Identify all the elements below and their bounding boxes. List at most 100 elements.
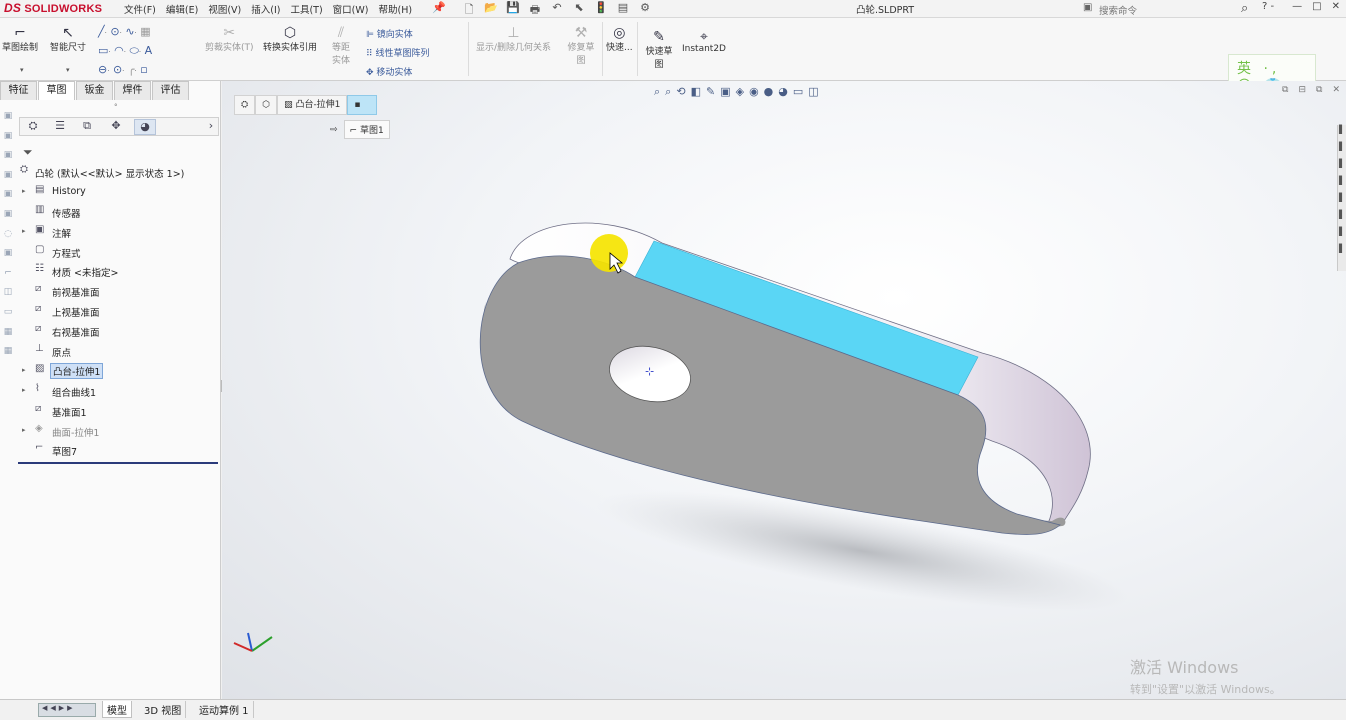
sketch-button[interactable]: ⌐ 草图绘制 (2, 26, 38, 53)
tab-model[interactable]: 模型 (102, 701, 132, 718)
graphics-area[interactable]: ⛭ ⬡ ▨ 凸台-拉伸1 ▪ ⇨ ⌐ 草图1 ⌕ ⌕ ⟲ ◧ ✎ ▣ ◈ ◉ ●… (222, 81, 1346, 699)
expand-arrow-icon[interactable]: ▸ (22, 187, 26, 195)
close-button[interactable]: ✕ (1332, 1, 1340, 12)
tab-sketch[interactable]: 草图 (38, 81, 75, 100)
tree-node-front-plane[interactable]: ⧄ 前视基准面 (20, 282, 218, 302)
tool-strip-icon[interactable]: ▣ (0, 150, 16, 170)
rectangle-icon[interactable]: ▭ (98, 44, 108, 57)
repair-sketch-button[interactable]: ⚒ 修复草图 (566, 26, 596, 66)
tool-strip-icon[interactable]: ⌐ (0, 268, 16, 288)
tree-node-equations[interactable]: ▢ 方程式 (20, 243, 218, 263)
ime-toolbar[interactable]: 英 ·, ☺ 👕 (1228, 54, 1316, 94)
search-commands[interactable]: ▣ 搜索命令 ⌕ (1080, 1, 1252, 17)
tool-strip-icon[interactable]: ▣ (0, 209, 16, 229)
sketch-grid-icon[interactable]: ▦ (140, 25, 150, 38)
arc-icon[interactable]: ◠ (114, 44, 124, 57)
convert-entities-button[interactable]: ⬡ 转换实体引用 (263, 26, 317, 53)
chevron-down-icon[interactable]: ▾ (20, 66, 24, 74)
cam-model[interactable]: ⊹ (222, 81, 1346, 699)
expand-arrow-icon[interactable]: ▸ (22, 227, 26, 235)
splitter-handle[interactable]: ° (114, 103, 118, 111)
tree-node-top-plane[interactable]: ⧄ 上视基准面 (20, 302, 218, 322)
menu-help[interactable]: 帮助(H) (378, 2, 412, 16)
tree-node-surface-extrude1[interactable]: ▸ ◈ 曲面-拉伸1 (20, 422, 218, 442)
search-icon[interactable]: ⌕ (1241, 1, 1248, 16)
display-relations-button[interactable]: ⊥ 显示/删除几何关系 (476, 26, 551, 53)
expand-arrow-icon[interactable]: ▸ (22, 426, 26, 434)
slot-icon[interactable]: ⊖ (98, 63, 107, 76)
smart-dimension-button[interactable]: ↖ 智能尺寸 (50, 26, 86, 53)
maximize-button[interactable]: □ (1312, 1, 1321, 12)
tab-3d-views[interactable]: 3D 视图 (140, 701, 187, 718)
feature-tree-icon[interactable]: ⛭ (22, 119, 44, 135)
tool-strip-icon[interactable]: ▭ (0, 307, 16, 327)
tool-strip-icon[interactable]: ◌ (0, 229, 16, 249)
instant2d-button[interactable]: ⌖ Instant2D (682, 30, 726, 54)
tree-node-part[interactable]: ⛭ 凸轮 (默认<<默认> 显示状态 1>) (20, 163, 218, 183)
menu-tools[interactable]: 工具(T) (290, 2, 322, 16)
tool-strip-icon[interactable]: ▦ (0, 327, 16, 347)
fillet-icon[interactable]: ╭ (128, 63, 135, 76)
tree-node-plane1[interactable]: ⧄ 基准面1 (20, 402, 218, 422)
point-icon[interactable]: ▫ (140, 63, 147, 76)
display-manager-icon[interactable]: ◕ (134, 119, 156, 135)
tool-strip-icon[interactable]: ▣ (0, 189, 16, 209)
quick-snaps-button[interactable]: ◎ 快速... (606, 26, 633, 53)
tool-strip-icon[interactable]: ▣ (0, 131, 16, 151)
tool-strip-icon[interactable]: ▣ (0, 248, 16, 268)
tree-node-history[interactable]: ▸ ▤ History (20, 183, 218, 203)
offset-entities-button[interactable]: ⫽ 等距实体 (328, 26, 354, 66)
tab-sheet-metal[interactable]: 钣金 (76, 81, 113, 100)
tree-node-annotations[interactable]: ▸ ▣ 注解 (20, 223, 218, 243)
spline-icon[interactable]: ∿ (125, 25, 134, 38)
sketch-tools-row-1: ╱· ⊙· ∿· ▦ (98, 25, 151, 38)
help-icon[interactable]: ? - (1262, 1, 1274, 12)
mirror-entities-button[interactable]: ⊫ 镜向实体 (366, 27, 413, 40)
dimxpert-icon[interactable]: ✥ (105, 119, 127, 135)
tree-node-sensors[interactable]: ▥ 传感器 (20, 203, 218, 223)
rapid-sketch-button[interactable]: ✎ 快速草图 (643, 30, 675, 70)
configuration-manager-icon[interactable]: ⧉ (76, 119, 98, 135)
search-input[interactable]: 搜索命令 (1099, 3, 1137, 17)
minimize-button[interactable]: — (1292, 1, 1302, 12)
expand-arrow-icon[interactable]: ▸ (22, 366, 26, 374)
menu-insert[interactable]: 插入(I) (251, 2, 280, 16)
tree-node-sketch7[interactable]: ⌐ 草图7 (20, 441, 218, 461)
pin-menu-icon[interactable]: 📌 (432, 1, 446, 14)
line-icon[interactable]: ╱ (98, 25, 105, 38)
feature-manager-panel: 特征 草图 钣金 焊件 评估 ▣ ▣ ▣ ▣ ▣ ▣ ◌ ▣ ⌐ ◫ ▭ ▦ ▦… (0, 81, 221, 699)
polygon-icon[interactable]: ⊙ (113, 63, 122, 76)
tool-strip-icon[interactable]: ▦ (0, 346, 16, 366)
tree-node-right-plane[interactable]: ⧄ 右视基准面 (20, 322, 218, 342)
move-entities-button[interactable]: ✥ 移动实体 (366, 65, 412, 78)
tab-features[interactable]: 特征 (0, 81, 37, 100)
menu-file[interactable]: 文件(F) (124, 2, 156, 16)
menu-window[interactable]: 窗口(W) (333, 2, 369, 16)
tab-weldments[interactable]: 焊件 (114, 81, 151, 100)
tab-scroll-buttons[interactable]: ◀◀▶▶ (38, 703, 96, 717)
tree-node-origin[interactable]: ⊥ 原点 (20, 342, 218, 362)
expand-arrow-icon[interactable]: ▸ (22, 386, 26, 394)
circle-icon[interactable]: ⊙ (110, 25, 119, 38)
tree-node-material[interactable]: ☷ 材质 <未指定> (20, 262, 218, 282)
trim-entities-button[interactable]: ✂ 剪裁实体(T) (205, 26, 254, 53)
smart-dimension-icon: ↖ (62, 25, 74, 41)
rollback-bar[interactable] (18, 462, 218, 464)
menu-edit[interactable]: 编辑(E) (166, 2, 198, 16)
tool-strip-icon[interactable]: ◫ (0, 287, 16, 307)
ellipse-icon[interactable]: ⬭ (129, 44, 138, 57)
plane-icon: ⧄ (35, 402, 42, 414)
tab-motion-study-1[interactable]: 运动算例 1 (195, 701, 254, 718)
tab-evaluate[interactable]: 评估 (152, 81, 189, 100)
tool-strip-icon[interactable]: ▣ (0, 170, 16, 190)
text-icon[interactable]: A (145, 44, 153, 57)
tool-strip-icon[interactable]: ▣ (0, 111, 16, 131)
filter-icon[interactable]: ⏷ (23, 145, 33, 160)
tree-node-boss-extrude1[interactable]: ▸ ▨ 凸台-拉伸1 (20, 362, 218, 382)
property-manager-icon[interactable]: ☰ (49, 119, 71, 135)
chevron-down-icon[interactable]: ▾ (66, 66, 70, 74)
linear-pattern-button[interactable]: ⠿ 线性草图阵列 (366, 46, 429, 59)
menu-view[interactable]: 视图(V) (208, 2, 241, 16)
chevron-right-icon[interactable]: › (200, 119, 222, 135)
tree-node-composite-curve1[interactable]: ▸ ⌇ 组合曲线1 (20, 382, 218, 402)
